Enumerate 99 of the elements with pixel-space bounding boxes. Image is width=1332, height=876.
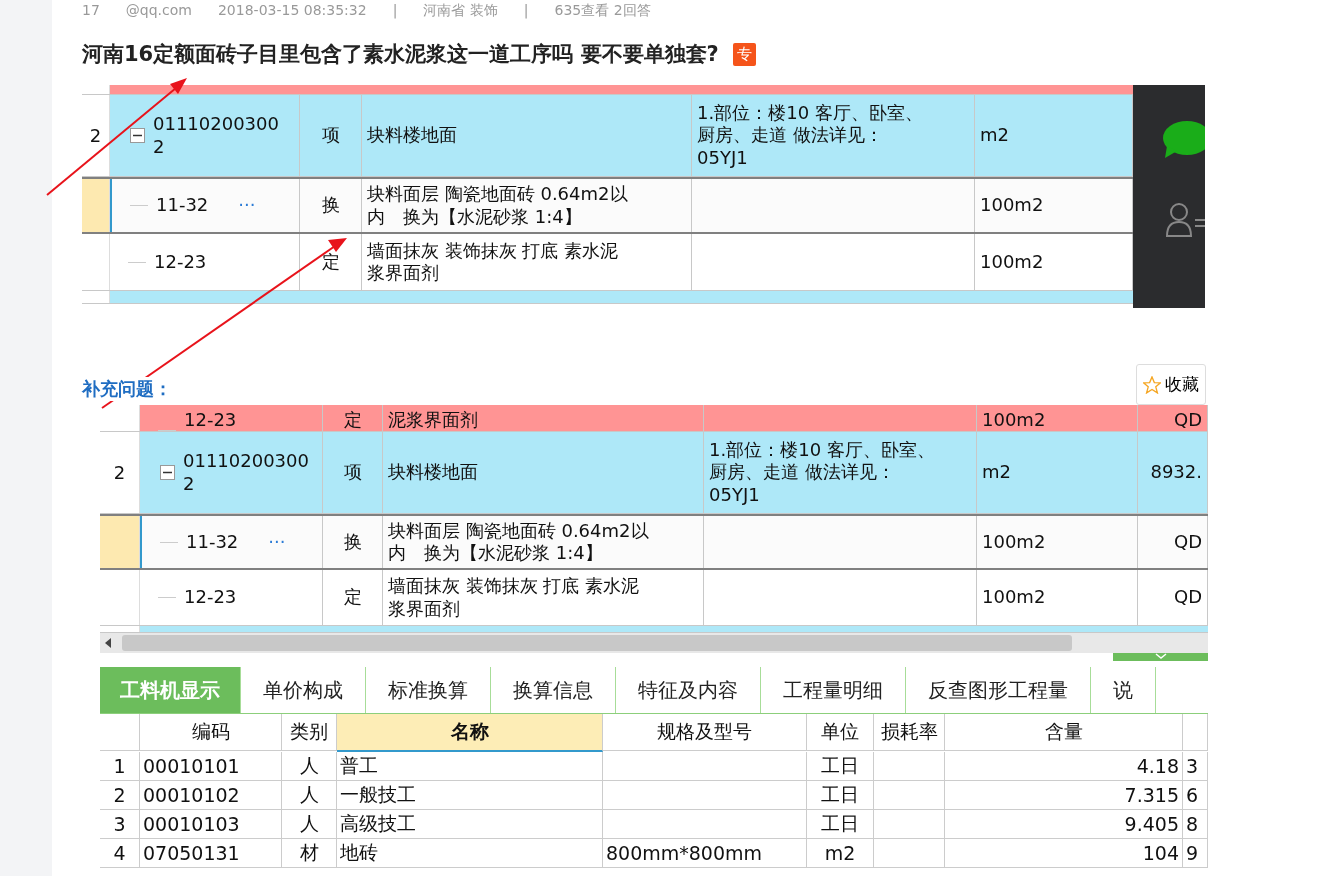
table-row[interactable]: 3 00010103 人 高级技工 工日 9.405 8 [100, 810, 1208, 839]
table-row[interactable]: 11-32 ··· 换 块料面层 陶瓷地面砖 0.64m2以内 换为【水泥砂浆 1:4】 100m2 [82, 177, 1133, 234]
table-cell-text: 普工 [340, 753, 378, 778]
more-button[interactable]: ··· [238, 194, 256, 217]
table-cell-text: 高级技工 [340, 811, 416, 836]
table-row[interactable]: 2 011102003002 项 块料楼地面 1.部位：楼10 客厅、卧室、厨房、走道 做法详见：05YJ1 m2 [82, 95, 1133, 177]
favorite-button[interactable]: 收藏 [1136, 364, 1206, 405]
table-row[interactable]: 11-32 ··· 换 块料面层 陶瓷地面砖 0.64m2以内 换为【水泥砂浆 1:4】 100m2 QD [100, 514, 1208, 570]
table-cell: 800mm*800mm [606, 842, 763, 864]
table-cell: 换 [343, 530, 362, 554]
table-cell: 100m2 [980, 194, 1044, 217]
collapse-icon[interactable] [160, 465, 175, 480]
table-cell: 11-32 [186, 530, 239, 554]
column-header[interactable]: 编码 [140, 714, 282, 751]
table-cell: 换 [321, 194, 340, 217]
table-cell: 泥浆界面剂 [388, 408, 478, 431]
table-cell-text: 1.部位：楼10 客厅、卧室、厨房、走道 做法详见：05YJ1 [709, 438, 936, 507]
table-cell-text: 011102003002 [183, 450, 310, 495]
table-cell: 定 [321, 250, 340, 274]
table-cell: 定 [343, 586, 362, 609]
table-row[interactable]: 2 011102003002 项 块料楼地面 1.部位：楼10 客厅、卧室、厨房、走道 做法详见：05YJ1 m2 8932. [100, 432, 1208, 514]
table-cell-text: 地砖 [340, 840, 378, 865]
table-row[interactable]: 12-23 定 泥浆界面剂 100m2 QD [100, 405, 1208, 432]
table-cell: 100m2 [980, 250, 1044, 274]
table-cell: 11-32 [156, 194, 209, 217]
table-row[interactable]: 1 00010101 人 普工 工日 4.18 3 [100, 752, 1208, 781]
table-cell: 8 [1186, 813, 1199, 835]
table-cell: m2 [824, 842, 856, 864]
table-cell-text: 块料面层 陶瓷地面砖 0.64m2以内 换为【水泥砂浆 1:4】 [367, 183, 629, 228]
table-cell: 100m2 [982, 586, 1046, 609]
person-icon[interactable] [1165, 200, 1205, 240]
table-cell: 07050131 [143, 842, 240, 864]
table-cell: 100m2 [982, 530, 1046, 554]
table-cell-text: 材 [299, 840, 319, 865]
table-cell: 项 [321, 124, 340, 147]
table-cell-text: 1.部位：楼10 客厅、卧室、厨房、走道 做法详见：05YJ1 [697, 101, 924, 170]
horizontal-scrollbar[interactable] [100, 633, 1208, 653]
table-cell: 12-23 [184, 408, 237, 431]
table-cell: 7.315 [1124, 784, 1179, 806]
question-title: 河南16定额面砖子目里包含了素水泥浆这一道工序吗 要不要单独套? [82, 41, 719, 68]
table-cell: 块料楼地面 [367, 124, 457, 147]
table-cell: 12-23 [184, 586, 237, 609]
post-meta-text: 河南省 装饰 [423, 2, 498, 20]
table-cell: 100m2 [982, 408, 1046, 431]
post-meta-text: 17 [82, 2, 100, 20]
table-cell: 104 [1142, 842, 1179, 864]
row-number: 1 [113, 755, 126, 777]
table-cell: 6 [1186, 784, 1199, 806]
table-cell-text: 墙面抹灰 装饰抹灰 打底 素水泥浆界面剂 [388, 575, 641, 620]
table-row[interactable]: 2 00010102 人 一般技工 工日 7.315 6 [100, 781, 1208, 810]
more-button[interactable]: ··· [268, 530, 286, 554]
tag-badge: 专 [732, 42, 756, 66]
table-row[interactable]: 12-23 定 墙面抹灰 装饰抹灰 打底 素水泥浆界面剂 100m2 [82, 234, 1133, 291]
table-cell: QD [1173, 408, 1202, 431]
row-number: 4 [113, 842, 126, 864]
table-cell-text: 块料面层 陶瓷地面砖 0.64m2以内 换为【水泥砂浆 1:4】 [388, 519, 650, 565]
table-row[interactable]: 12-23 定 墙面抹灰 装饰抹灰 打底 素水泥浆界面剂 100m2 QD [100, 570, 1208, 626]
row-number: 3 [113, 813, 126, 835]
table-cell: 9.405 [1124, 813, 1179, 835]
table-cell: 3 [1186, 755, 1199, 777]
table-cell: QD [1173, 530, 1202, 554]
table-cell: 8932. [1150, 461, 1202, 484]
table-cell: 00010102 [143, 784, 240, 806]
table-cell: m2 [982, 461, 1011, 484]
table-cell-text: 011102003002 [153, 113, 280, 158]
post-meta-text: 2018-03-15 08:35:32 [217, 2, 367, 20]
post-meta-text: | [392, 2, 398, 21]
table-cell-text: 工日 [821, 753, 859, 778]
chat-bubble-icon[interactable] [1161, 120, 1205, 160]
table-cell: 00010103 [143, 813, 240, 835]
table-cell-text: 一般技工 [340, 782, 416, 807]
post-meta-text: 635查看 2回答 [554, 2, 651, 20]
table-cell-text: 工日 [821, 811, 859, 836]
collapse-icon[interactable] [130, 128, 145, 143]
column-header[interactable]: 损耗率 [874, 714, 945, 751]
table-cell-text: 人 [299, 811, 319, 836]
table-cell: 4.18 [1136, 755, 1179, 777]
table-cell: 9 [1186, 842, 1199, 864]
table-cell-text: 人 [299, 753, 319, 778]
table-cell: m2 [980, 124, 1009, 147]
table-cell: QD [1173, 586, 1202, 609]
table-cell: 00010101 [143, 755, 240, 777]
post-meta-text: @qq.com [125, 2, 192, 20]
column-header[interactable]: 单位 [807, 714, 874, 751]
table-cell-text: 人 [299, 782, 319, 807]
row-number: 2 [113, 784, 126, 806]
table-cell: 块料楼地面 [388, 461, 478, 484]
table-cell: 定 [343, 408, 362, 431]
column-header[interactable]: 名称 [337, 714, 603, 752]
post-meta-text: | [523, 2, 529, 21]
column-header[interactable]: 规格及型号 [603, 714, 807, 751]
table-cell: 项 [343, 461, 362, 484]
table-cell-text: 墙面抹灰 装饰抹灰 打底 素水泥浆界面剂 [367, 239, 620, 285]
star-icon [1143, 375, 1161, 394]
panel-toggle[interactable] [1113, 653, 1208, 661]
table-cell: 12-23 [154, 250, 207, 274]
table-row[interactable]: 4 07050131 材 地砖 800mm*800mm m2 104 9 [100, 839, 1208, 868]
table-cell-text: 工日 [821, 782, 859, 807]
column-header[interactable]: 含量 [945, 714, 1183, 751]
